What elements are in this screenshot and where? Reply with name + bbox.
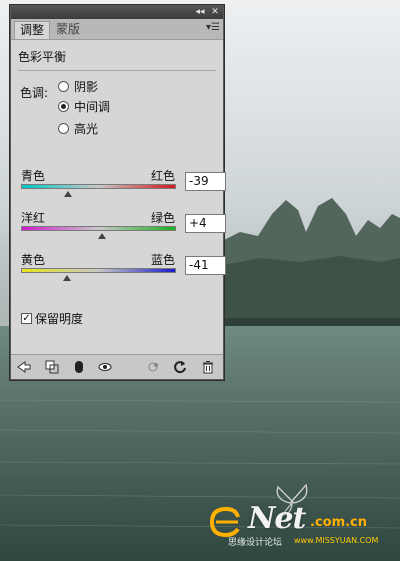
tone-radio-highlights[interactable]: 高光	[58, 121, 98, 137]
panel-heading: 色彩平衡	[18, 50, 67, 64]
radio-button-icon[interactable]	[58, 81, 69, 92]
back-arrow-icon[interactable]	[16, 359, 32, 375]
site-watermark: Net .com.cn 思缘设计论坛 www.MISSYUAN.COM	[202, 483, 392, 553]
slider-cyan-red: 青色 红色 -39	[21, 167, 226, 212]
slider-track[interactable]	[21, 268, 176, 273]
checkbox-checked-icon[interactable]: ✓	[21, 313, 32, 324]
reset-icon[interactable]	[172, 359, 188, 375]
watermark-domain: .com.cn	[310, 515, 368, 530]
brand-e-icon	[209, 507, 240, 537]
tone-radio-midtones[interactable]: 中间调	[58, 99, 110, 115]
slider-value-field[interactable]: -41	[185, 256, 226, 275]
slider-right-label: 绿色	[150, 211, 175, 225]
previous-state-icon[interactable]	[145, 359, 161, 375]
collapse-panel-icon[interactable]: ◂◂	[193, 6, 207, 19]
radio-button-icon[interactable]	[58, 123, 69, 134]
panel-tabbar: 调整 蒙版 ▾☰	[11, 19, 223, 40]
tone-radio-label: 阴影	[74, 80, 99, 94]
watermark-brand: Net	[248, 501, 306, 536]
tone-radio-shadows[interactable]: 阴影	[58, 79, 98, 95]
mask-icon[interactable]	[71, 359, 87, 375]
watermark-subtitle-cn: 思缘设计论坛	[228, 538, 283, 548]
panel-menu-icon[interactable]: ▾☰	[206, 22, 220, 33]
slider-magenta-green: 洋红 绿色 +4	[21, 209, 226, 254]
panel-titlebar[interactable]: ◂◂ ✕	[11, 6, 223, 19]
slider-right-label: 红色	[150, 169, 175, 183]
slider-thumb[interactable]	[62, 275, 71, 281]
watermark-subtitle-en: www.MISSYUAN.COM	[294, 536, 379, 545]
tone-label: 色调:	[20, 86, 49, 100]
slider-track[interactable]	[21, 184, 176, 189]
slider-thumb[interactable]	[64, 191, 73, 197]
panel-bottom-toolbar	[11, 354, 223, 379]
slider-yellow-blue: 黄色 蓝色 -41	[21, 251, 226, 296]
slider-left-label: 黄色	[21, 253, 46, 267]
adjustments-panel: ◂◂ ✕ 调整 蒙版 ▾☰ 色彩平衡 色调: 阴影 中间调 高光 青色 红色 -…	[10, 5, 226, 380]
slider-track[interactable]	[21, 226, 176, 231]
tone-radio-label: 高光	[74, 122, 99, 136]
slider-left-label: 洋红	[21, 211, 46, 225]
slider-thumb[interactable]	[97, 233, 106, 239]
visibility-eye-icon[interactable]	[97, 359, 113, 375]
preserve-luminosity-checkbox[interactable]: ✓ 保留明度	[21, 311, 83, 327]
radio-button-selected-icon[interactable]	[58, 101, 69, 112]
tone-radio-label: 中间调	[74, 100, 111, 114]
close-panel-icon[interactable]: ✕	[208, 6, 222, 19]
preserve-luminosity-label: 保留明度	[35, 312, 84, 326]
slider-right-label: 蓝色	[150, 253, 175, 267]
tab-masks[interactable]: 蒙版	[51, 21, 85, 38]
divider	[18, 70, 216, 71]
slider-left-label: 青色	[21, 169, 46, 183]
trash-icon[interactable]	[200, 359, 216, 375]
tab-adjustments[interactable]: 调整	[14, 21, 51, 39]
clip-layer-icon[interactable]	[44, 359, 60, 375]
slider-value-field[interactable]: -39	[185, 172, 226, 191]
slider-value-field[interactable]: +4	[185, 214, 226, 233]
